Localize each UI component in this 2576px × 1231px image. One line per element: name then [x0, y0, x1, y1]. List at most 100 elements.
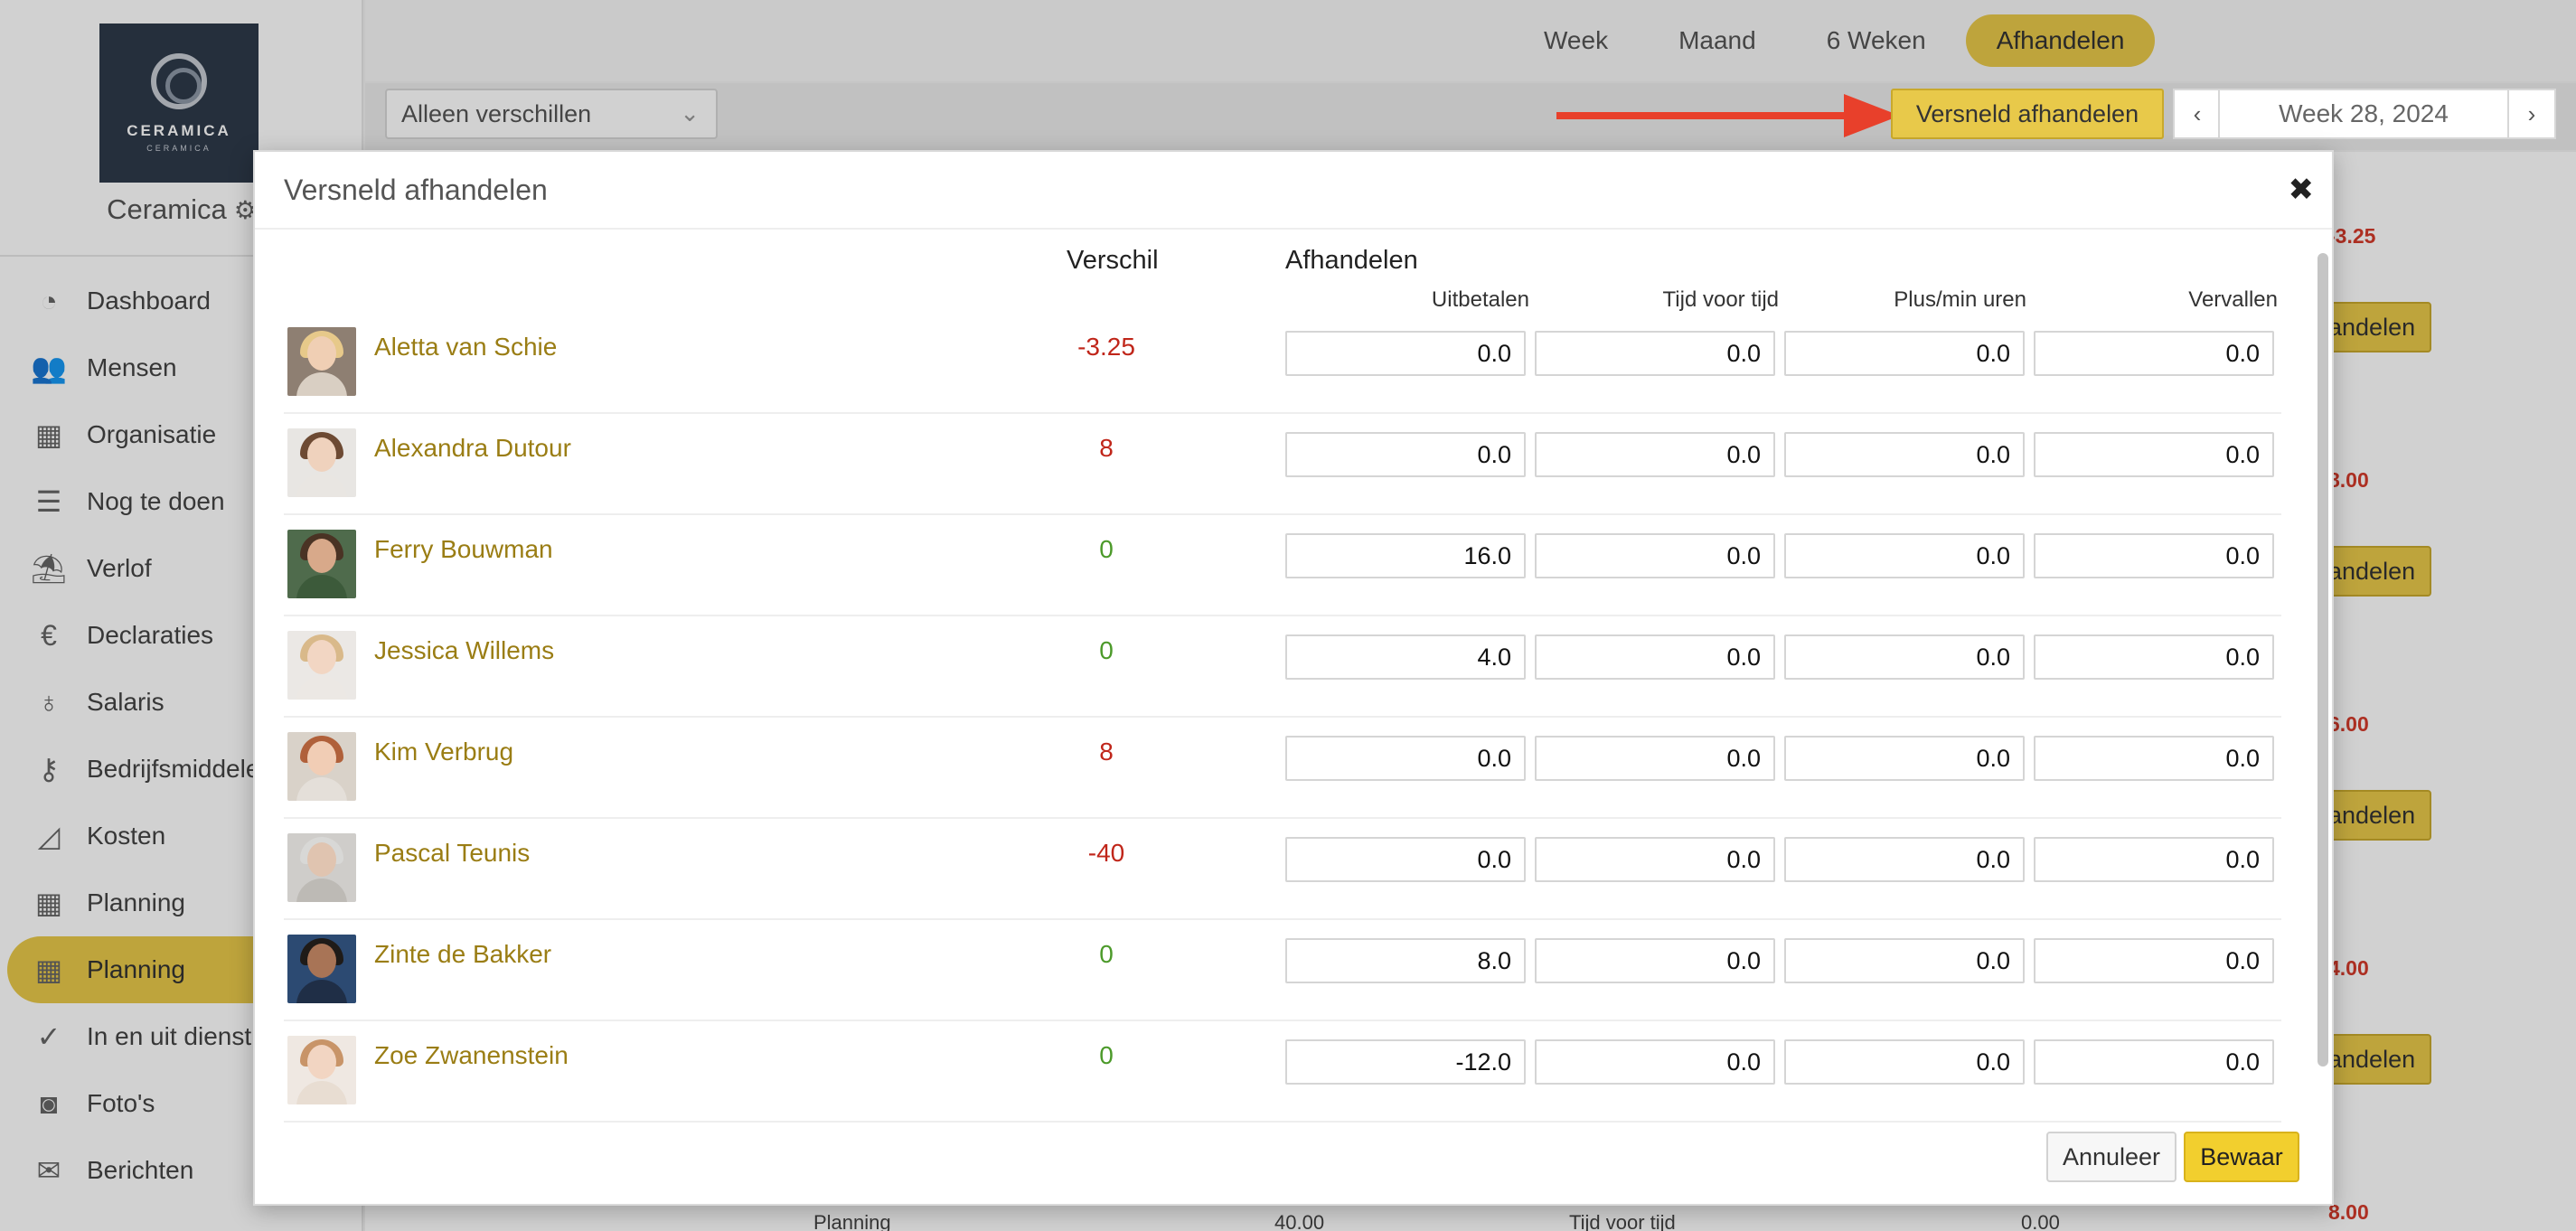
- quick-handle-button[interactable]: Versneld afhandelen: [1891, 89, 2164, 139]
- tijd-voor-tijd-field[interactable]: 0.0: [1535, 837, 1775, 882]
- column-verschil: Verschil: [1067, 246, 1159, 275]
- difference-value: 0: [1099, 940, 1114, 968]
- avatar-body: [296, 777, 347, 801]
- avatar: [287, 732, 356, 801]
- vervallen-field[interactable]: 0.0: [2034, 736, 2274, 781]
- subcolumn-plus-min-uren: Plus/min uren: [1894, 287, 2026, 312]
- prev-week-button[interactable]: ‹: [2173, 89, 2222, 139]
- difference-value: 0: [1099, 636, 1114, 664]
- avatar-body: [296, 980, 347, 1003]
- avatar-face: [307, 336, 336, 371]
- plus-min-field[interactable]: 0.0: [1784, 634, 2025, 680]
- difference-value: -3.25: [1077, 333, 1135, 361]
- tijd-voor-tijd-field[interactable]: 0.0: [1535, 432, 1775, 477]
- avatar: [287, 631, 356, 700]
- table-row: Zinte de Bakker 0 8.0 0.0 0.0 0.0: [284, 920, 2281, 1021]
- avatar-body: [296, 676, 347, 700]
- tijd-voor-tijd-field[interactable]: 0.0: [1535, 331, 1775, 376]
- chevron-right-icon: ›: [2527, 99, 2536, 127]
- modal-header: Versneld afhandelen ✖: [255, 152, 2332, 230]
- vervallen-field[interactable]: 0.0: [2034, 533, 2274, 578]
- tijd-voor-tijd-field[interactable]: 0.0: [1535, 736, 1775, 781]
- plus-min-field[interactable]: 0.0: [1784, 1039, 2025, 1085]
- avatar-body: [296, 575, 347, 598]
- vervallen-field[interactable]: 0.0: [2034, 837, 2274, 882]
- quick-handle-modal: Versneld afhandelen ✖ Verschil Afhandele…: [253, 150, 2334, 1206]
- vervallen-field[interactable]: 0.0: [2034, 1039, 2274, 1085]
- avatar-face: [307, 539, 336, 573]
- subcolumn-tijd-voor-tijd: Tijd voor tijd: [1662, 287, 1779, 312]
- plus-min-field[interactable]: 0.0: [1784, 837, 2025, 882]
- avatar-body: [296, 1081, 347, 1104]
- vervallen-field[interactable]: 0.0: [2034, 634, 2274, 680]
- annotation-arrow-line: [1556, 112, 1864, 119]
- avatar: [287, 327, 356, 396]
- avatar-body: [296, 474, 347, 497]
- avatar: [287, 1036, 356, 1104]
- avatar: [287, 833, 356, 902]
- employee-name[interactable]: Kim Verbrug: [374, 738, 513, 766]
- table-row: Jessica Willems 0 4.0 0.0 0.0 0.0: [284, 616, 2281, 718]
- uitbetalen-field[interactable]: -12.0: [1285, 1039, 1526, 1085]
- plus-min-field[interactable]: 0.0: [1784, 938, 2025, 983]
- uitbetalen-field[interactable]: 8.0: [1285, 938, 1526, 983]
- avatar: [287, 530, 356, 598]
- tijd-voor-tijd-field[interactable]: 0.0: [1535, 1039, 1775, 1085]
- employee-name[interactable]: Alexandra Dutour: [374, 434, 571, 463]
- avatar-body: [296, 372, 347, 396]
- table-row: Zoe Zwanenstein 0 -12.0 0.0 0.0 0.0: [284, 1021, 2281, 1123]
- subcolumn-uitbetalen: Uitbetalen: [1431, 287, 1529, 312]
- plus-min-field[interactable]: 0.0: [1784, 331, 2025, 376]
- table-row: Alexandra Dutour 8 0.0 0.0 0.0 0.0: [284, 414, 2281, 515]
- uitbetalen-field[interactable]: 0.0: [1285, 331, 1526, 376]
- cancel-button[interactable]: Annuleer: [2046, 1132, 2176, 1182]
- difference-value: 0: [1099, 1041, 1114, 1069]
- tijd-voor-tijd-field[interactable]: 0.0: [1535, 938, 1775, 983]
- vervallen-field[interactable]: 0.0: [2034, 432, 2274, 477]
- vervallen-field[interactable]: 0.0: [2034, 331, 2274, 376]
- avatar-face: [307, 944, 336, 978]
- difference-value: 0: [1099, 535, 1114, 563]
- employee-name[interactable]: Zoe Zwanenstein: [374, 1041, 569, 1070]
- uitbetalen-field[interactable]: 4.0: [1285, 634, 1526, 680]
- tijd-voor-tijd-field[interactable]: 0.0: [1535, 533, 1775, 578]
- modal-title: Versneld afhandelen: [284, 174, 548, 206]
- avatar: [287, 428, 356, 497]
- close-icon[interactable]: ✖: [2289, 172, 2315, 208]
- avatar-face: [307, 640, 336, 674]
- table-row: Pascal Teunis -40 0.0 0.0 0.0 0.0: [284, 819, 2281, 920]
- employee-name[interactable]: Zinte de Bakker: [374, 940, 551, 969]
- column-afhandelen: Afhandelen: [1285, 246, 1418, 275]
- save-button[interactable]: Bewaar: [2184, 1132, 2299, 1182]
- table-row: Ferry Bouwman 0 16.0 0.0 0.0 0.0: [284, 515, 2281, 616]
- subcolumn-vervallen: Vervallen: [2188, 287, 2278, 312]
- employee-name[interactable]: Aletta van Schie: [374, 333, 557, 362]
- avatar-face: [307, 437, 336, 472]
- employee-name[interactable]: Jessica Willems: [374, 636, 554, 665]
- next-week-button[interactable]: ›: [2507, 89, 2556, 139]
- difference-value: 8: [1099, 738, 1114, 766]
- difference-value: -40: [1087, 839, 1125, 867]
- plus-min-field[interactable]: 0.0: [1784, 736, 2025, 781]
- avatar-face: [307, 1045, 336, 1079]
- modal-scrollbar[interactable]: [2312, 233, 2332, 1137]
- table-row: Kim Verbrug 8 0.0 0.0 0.0 0.0: [284, 718, 2281, 819]
- vervallen-field[interactable]: 0.0: [2034, 938, 2274, 983]
- uitbetalen-field[interactable]: 0.0: [1285, 837, 1526, 882]
- avatar-face: [307, 842, 336, 877]
- plus-min-field[interactable]: 0.0: [1784, 533, 2025, 578]
- employee-name[interactable]: Pascal Teunis: [374, 839, 530, 868]
- uitbetalen-field[interactable]: 0.0: [1285, 736, 1526, 781]
- table-row: Aletta van Schie -3.25 0.0 0.0 0.0 0.0: [284, 313, 2281, 414]
- tijd-voor-tijd-field[interactable]: 0.0: [1535, 634, 1775, 680]
- avatar-face: [307, 741, 336, 775]
- modal-scrollbar-thumb[interactable]: [2317, 253, 2328, 1067]
- difference-value: 8: [1099, 434, 1114, 462]
- week-label: Week 28, 2024: [2218, 89, 2509, 139]
- uitbetalen-field[interactable]: 16.0: [1285, 533, 1526, 578]
- employee-rows: Aletta van Schie -3.25 0.0 0.0 0.0 0.0 Alexand…: [284, 313, 2281, 1123]
- uitbetalen-field[interactable]: 0.0: [1285, 432, 1526, 477]
- plus-min-field[interactable]: 0.0: [1784, 432, 2025, 477]
- employee-name[interactable]: Ferry Bouwman: [374, 535, 553, 564]
- avatar: [287, 935, 356, 1003]
